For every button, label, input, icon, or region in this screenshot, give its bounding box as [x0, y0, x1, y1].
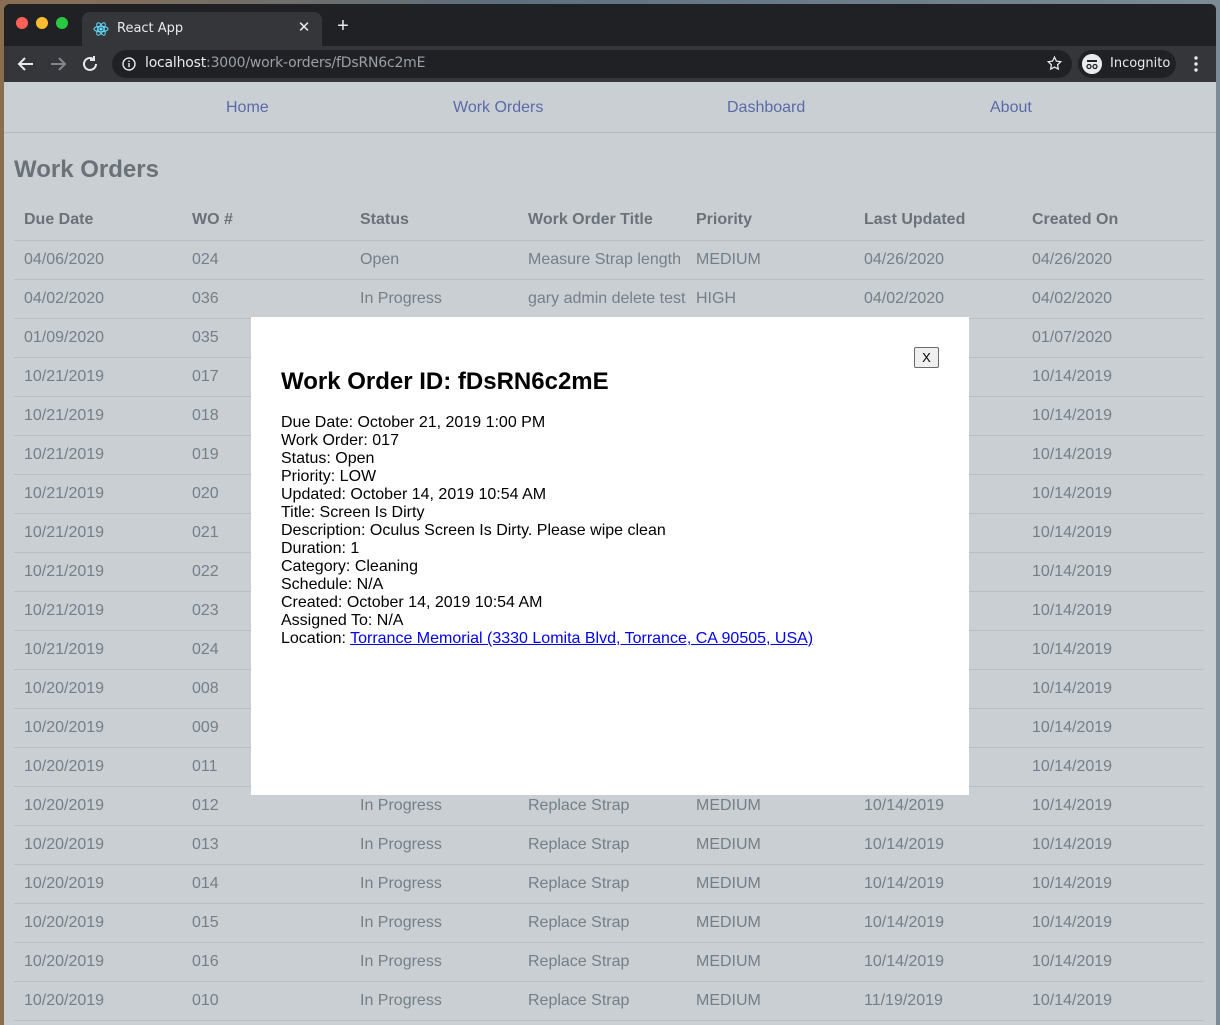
browser-window: React App ✕ + localhost:3000/work-orders… [4, 4, 1216, 1025]
close-tab-icon[interactable]: ✕ [294, 18, 314, 38]
new-tab-icon[interactable]: + [332, 16, 354, 38]
window-minimize-button[interactable] [36, 17, 48, 29]
detail-status: Status: Open [281, 450, 375, 467]
incognito-badge[interactable]: Incognito [1078, 50, 1176, 78]
url-text[interactable]: localhost:3000/work-orders/fDsRN6c2mE [145, 55, 425, 71]
detail-due-date: Due Date: October 21, 2019 1:00 PM [281, 414, 546, 431]
detail-duration: Duration: 1 [281, 540, 360, 557]
detail-category: Category: Cleaning [281, 558, 418, 575]
modal-details: Due Date: October 21, 2019 1:00 PM Work … [281, 414, 813, 648]
address-bar[interactable]: localhost:3000/work-orders/fDsRN6c2mE [112, 50, 1072, 78]
incognito-icon [1082, 54, 1102, 74]
work-order-detail-modal: X Work Order ID: fDsRN6c2mE Due Date: Oc… [251, 317, 969, 795]
react-favicon-icon [93, 22, 109, 36]
bookmark-star-icon[interactable] [1046, 55, 1063, 72]
detail-created: Created: October 14, 2019 10:54 AM [281, 594, 543, 611]
window-maximize-button[interactable] [56, 17, 68, 29]
window-close-button[interactable] [16, 17, 28, 29]
url-host: localhost [145, 55, 207, 71]
incognito-label: Incognito [1110, 56, 1171, 71]
modal-close-button[interactable]: X [914, 347, 939, 368]
tab-strip: React App ✕ + [4, 4, 1216, 46]
modal-title: Work Order ID: fDsRN6c2mE [281, 368, 609, 395]
detail-description: Description: Oculus Screen Is Dirty. Ple… [281, 522, 666, 539]
detail-location: Location: Torrance Memorial (3330 Lomita… [281, 630, 813, 648]
tab-react-app[interactable]: React App ✕ [82, 12, 322, 46]
detail-priority: Priority: LOW [281, 468, 377, 485]
back-icon[interactable] [14, 52, 38, 76]
browser-toolbar: localhost:3000/work-orders/fDsRN6c2mE In… [4, 46, 1216, 82]
location-link[interactable]: Torrance Memorial (3330 Lomita Blvd, Tor… [350, 630, 813, 647]
detail-assigned-to: Assigned To: N/A [281, 612, 404, 629]
detail-title: Title: Screen Is Dirty [281, 504, 425, 521]
forward-icon[interactable] [46, 52, 70, 76]
info-icon[interactable] [122, 57, 136, 71]
detail-schedule: Schedule: N/A [281, 576, 384, 593]
kebab-menu-icon[interactable] [1188, 54, 1204, 74]
tab-title: React App [117, 21, 184, 36]
page-viewport: Home Work Orders Dashboard About Work Or… [4, 82, 1216, 1025]
location-label: Location: [281, 630, 351, 647]
detail-updated: Updated: October 14, 2019 10:54 AM [281, 486, 547, 503]
detail-work-order: Work Order: 017 [281, 432, 399, 449]
url-path: :3000/work-orders/fDsRN6c2mE [206, 55, 426, 71]
reload-icon[interactable] [78, 52, 102, 76]
